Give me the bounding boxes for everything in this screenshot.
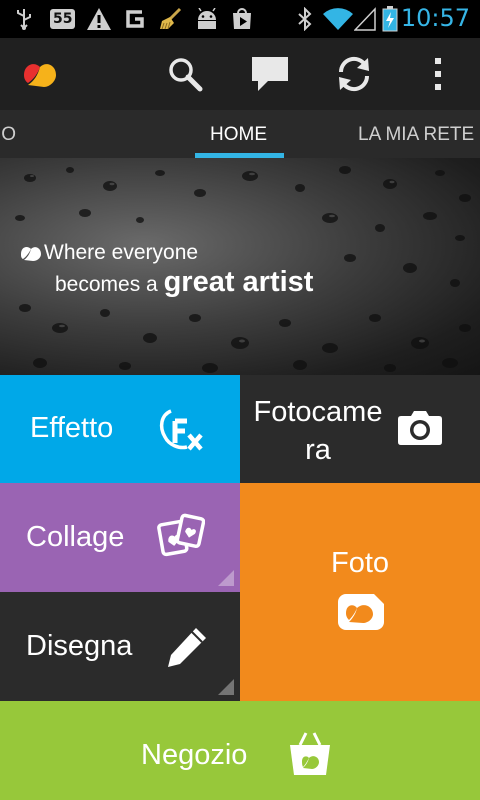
battery-charging-icon xyxy=(381,6,399,32)
collage-label: Collage xyxy=(26,521,125,553)
camera-label-line1: Fotocame xyxy=(253,396,383,428)
collage-icon xyxy=(157,513,206,563)
clock: 10:57 xyxy=(400,4,470,32)
draw-tile[interactable]: Disegna xyxy=(0,592,240,701)
notification-count-badge: 55 xyxy=(50,7,76,31)
shop-tile[interactable]: Negozio xyxy=(0,701,480,800)
google-icon xyxy=(124,7,146,31)
banner-tagline-line1: Where everyone xyxy=(44,241,199,264)
camera-label: Fotocame ra xyxy=(244,393,392,469)
usb-icon xyxy=(12,7,36,31)
chat-icon[interactable] xyxy=(248,52,292,96)
effect-label: Effetto xyxy=(30,412,114,444)
banner-tagline-prefix: becomes a xyxy=(55,273,158,296)
tab-bar: IO HOME LA MIA RETE xyxy=(0,110,480,158)
camera-icon xyxy=(397,410,443,450)
draw-label: Disegna xyxy=(26,630,133,662)
effect-tile[interactable]: Effetto xyxy=(0,375,240,483)
photo-icon xyxy=(337,593,385,635)
expand-corner-indicator xyxy=(218,679,234,695)
signal-icon xyxy=(354,7,376,31)
pencil-icon xyxy=(166,626,210,672)
wifi-icon xyxy=(322,7,354,31)
expand-corner-indicator xyxy=(218,570,234,586)
picsart-logo-icon xyxy=(20,244,42,266)
app-logo-icon[interactable] xyxy=(18,52,62,96)
shopping-bag-icon xyxy=(288,731,332,781)
camera-tile[interactable]: Fotocame ra xyxy=(240,375,480,483)
shop-label: Negozio xyxy=(141,739,248,771)
banner-tagline-line2: becomes a great artist xyxy=(55,266,313,299)
photo-tile[interactable]: Foto xyxy=(240,483,480,701)
bluetooth-icon xyxy=(296,7,314,31)
tab-previous[interactable]: IO xyxy=(0,124,16,146)
photo-label: Foto xyxy=(330,547,390,579)
tab-home[interactable]: HOME xyxy=(210,124,267,146)
hero-banner[interactable]: Where everyone becomes a great artist xyxy=(0,158,480,375)
action-bar xyxy=(0,38,480,110)
collage-tile[interactable]: Collage xyxy=(0,483,240,592)
status-bar: 55 10:57 xyxy=(0,0,480,38)
overflow-menu-icon[interactable] xyxy=(416,52,460,96)
warning-icon xyxy=(86,7,112,31)
broom-icon xyxy=(158,7,184,31)
camera-label-line2: ra xyxy=(305,434,331,466)
search-icon[interactable] xyxy=(163,52,207,96)
play-store-icon xyxy=(230,7,254,31)
fx-icon xyxy=(157,407,205,457)
refresh-icon[interactable] xyxy=(332,52,376,96)
android-icon xyxy=(194,7,220,31)
banner-tagline-emphasis: great artist xyxy=(163,266,314,298)
tab-my-network[interactable]: LA MIA RETE xyxy=(358,124,474,146)
